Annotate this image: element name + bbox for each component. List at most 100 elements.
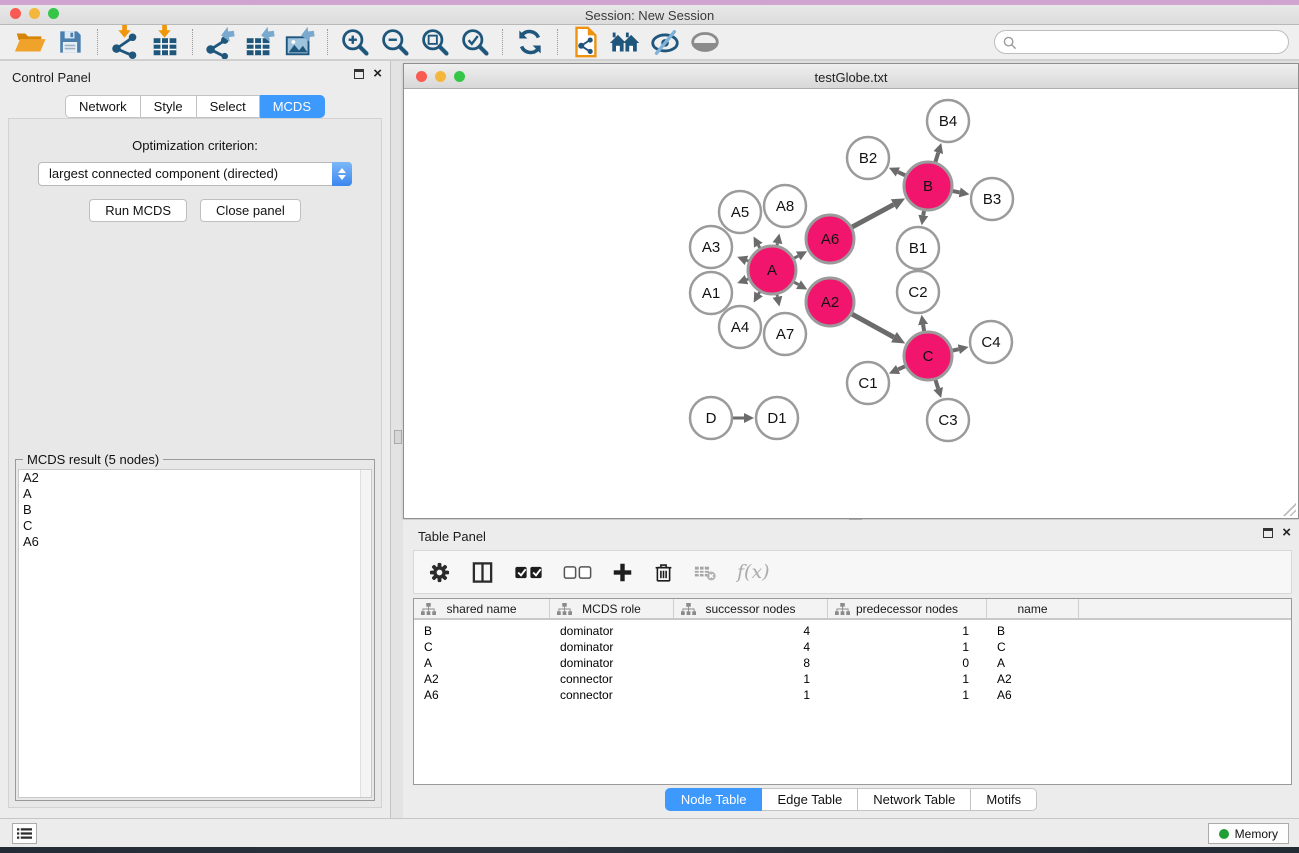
float-panel-icon[interactable] [354,69,364,79]
vertical-splitter-handle[interactable] [394,430,402,444]
close-panel-button[interactable]: Close panel [200,199,301,222]
table-row[interactable]: A6connector11A6 [414,687,1291,703]
session-file-icon [568,25,602,59]
mcds-result-item[interactable]: A [19,486,371,502]
delete-table-icon [694,562,717,582]
tab-edge-table[interactable]: Edge Table [762,788,858,811]
refresh-button[interactable] [510,26,550,58]
task-history-button[interactable] [12,823,37,844]
hierarchy-icon [421,603,436,615]
zoom-fit-icon [419,26,452,59]
table-row[interactable]: Bdominator41B [414,623,1291,639]
export-network-button[interactable] [200,26,240,58]
node-table-body: Bdominator41BCdominator41CAdominator80AA… [414,620,1291,703]
tab-select[interactable]: Select [197,95,260,118]
tab-style[interactable]: Style [141,95,197,118]
column-header-shared-name[interactable]: shared name [414,599,550,618]
column-header-name[interactable]: name [987,599,1079,618]
edge-C-C3[interactable] [935,379,938,389]
table-cell: 1 [674,687,828,703]
table-cell: dominator [550,655,674,671]
table-row[interactable]: A2connector11A2 [414,671,1291,687]
table-row[interactable]: Adominator80A [414,655,1291,671]
export-image-button[interactable] [280,26,320,58]
node-label-C2: C2 [908,284,927,301]
function-builder-button[interactable]: f(x) [737,561,770,583]
desktop: Session: New Session [0,0,1299,853]
toolbar-separator [502,29,503,55]
tab-node-table[interactable]: Node Table [665,788,763,811]
run-mcds-button[interactable]: Run MCDS [89,199,187,222]
mcds-result-item[interactable]: C [19,518,371,534]
tab-motifs[interactable]: Motifs [971,788,1037,811]
result-scrollbar[interactable] [360,470,371,797]
node-label-A5: A5 [731,204,749,221]
open-session-button[interactable] [10,26,50,58]
save-session-button[interactable] [50,26,90,58]
hierarchy-icon [835,603,850,615]
tab-network[interactable]: Network [65,95,141,118]
edge-A6-B[interactable] [851,205,894,228]
tab-mcds[interactable]: MCDS [260,95,325,118]
import-table-button[interactable] [145,26,185,58]
zoom-in-button[interactable] [335,26,375,58]
column-header-MCDS-role[interactable]: MCDS role [550,599,674,618]
export-image-icon [283,25,317,59]
close-panel-icon[interactable]: × [1282,528,1291,538]
node-label-C3: C3 [938,412,957,429]
float-panel-icon[interactable] [1263,528,1273,538]
zoom-out-button[interactable] [375,26,415,58]
column-header-successor-nodes[interactable]: successor nodes [674,599,828,618]
zoom-selected-button[interactable] [455,26,495,58]
hide-graphics-details-button[interactable] [645,26,685,58]
mcds-result-item[interactable]: B [19,502,371,518]
table-cell: C [987,639,1079,655]
app-title: Session: New Session [0,8,1299,23]
toolbar-separator [192,29,193,55]
zoom-fit-button[interactable] [415,26,455,58]
home-button[interactable] [605,26,645,58]
tab-network-table[interactable]: Network Table [858,788,971,811]
unchecked-boxes-icon [563,565,592,580]
criterion-dropdown[interactable]: largest connected component (directed) [38,162,352,186]
zoom-in-icon [339,26,372,59]
toolbar-separator [327,29,328,55]
table-options-button[interactable] [428,561,451,584]
edge-A2-C[interactable] [851,314,894,338]
table-cell: A6 [987,687,1079,703]
delete-table-button[interactable] [694,562,717,582]
table-row[interactable]: Cdominator41C [414,639,1291,655]
show-columns-button[interactable] [471,561,494,584]
mcds-result-item[interactable]: A2 [19,470,371,486]
zoom-out-icon [379,26,412,59]
fx-icon: f(x) [737,561,770,583]
export-table-button[interactable] [240,26,280,58]
node-label-A3: A3 [702,239,720,256]
toolbar-separator [97,29,98,55]
network-canvas[interactable]: AA1A2A3A4A5A6A7A8BB1B2B3B4CC1C2C3C4DD1 [404,89,1298,518]
table-cell: 1 [828,639,987,655]
close-panel-icon[interactable]: × [373,69,382,79]
table-cell: 1 [674,671,828,687]
deselect-all-button[interactable] [563,565,592,580]
edge-B-B4[interactable] [935,153,938,164]
select-all-button[interactable] [514,565,543,580]
column-header-predecessor-nodes[interactable]: predecessor nodes [828,599,987,618]
search-input[interactable] [994,30,1289,54]
node-label-B: B [923,178,933,195]
table-cell: B [414,623,550,639]
network-window-titlebar[interactable]: testGlobe.txt [404,64,1298,89]
mcds-result-title: MCDS result (5 nodes) [23,452,163,467]
table-cell: A2 [414,671,550,687]
table-cell: 1 [828,671,987,687]
mcds-result-item[interactable]: A6 [19,534,371,550]
open-session-file-button[interactable] [565,26,605,58]
zoom-selected-icon [459,26,492,59]
add-column-button[interactable] [612,562,633,583]
import-network-button[interactable] [105,26,145,58]
memory-button[interactable]: Memory [1208,823,1289,844]
control-panel-tabs: NetworkStyleSelectMCDS [0,95,390,118]
show-graphics-details-button[interactable] [685,26,725,58]
save-floppy-icon [54,26,86,58]
delete-column-button[interactable] [653,562,674,583]
